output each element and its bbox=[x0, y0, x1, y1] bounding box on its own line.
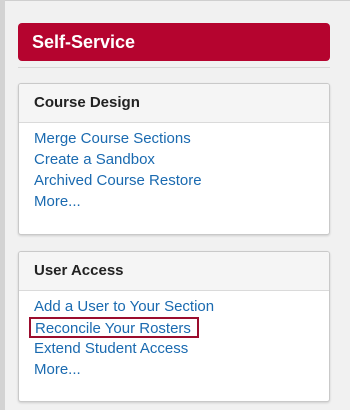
archived-course-restore-link[interactable]: Archived Course Restore bbox=[34, 170, 329, 191]
section-divider bbox=[18, 67, 330, 68]
add-user-to-section-link[interactable]: Add a User to Your Section bbox=[34, 296, 329, 317]
self-service-header: Self-Service bbox=[18, 23, 330, 61]
top-rule bbox=[0, 0, 350, 1]
left-rail bbox=[0, 0, 5, 410]
merge-course-sections-link[interactable]: Merge Course Sections bbox=[34, 128, 329, 149]
course-design-links: Merge Course Sections Create a Sandbox A… bbox=[19, 123, 329, 212]
user-access-links: Add a User to Your Section Reconcile You… bbox=[19, 291, 329, 380]
panel-title: Course Design bbox=[19, 84, 329, 123]
course-design-more-link[interactable]: More... bbox=[34, 191, 329, 212]
panel-title: User Access bbox=[19, 252, 329, 291]
course-design-panel: Course Design Merge Course Sections Crea… bbox=[18, 83, 330, 235]
reconcile-your-rosters-link[interactable]: Reconcile Your Rosters bbox=[29, 317, 199, 338]
extend-student-access-link[interactable]: Extend Student Access bbox=[34, 338, 329, 359]
user-access-more-link[interactable]: More... bbox=[34, 359, 329, 380]
user-access-panel: User Access Add a User to Your Section R… bbox=[18, 251, 330, 402]
create-sandbox-link[interactable]: Create a Sandbox bbox=[34, 149, 329, 170]
